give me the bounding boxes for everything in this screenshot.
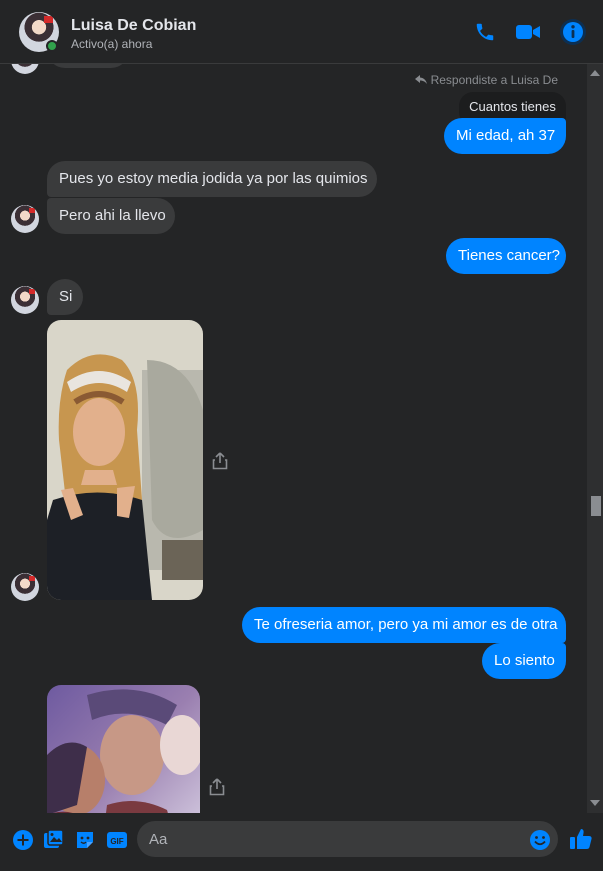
online-status-dot bbox=[46, 40, 58, 52]
message-bubble-outgoing[interactable]: Tienes cancer? bbox=[446, 238, 566, 274]
plus-circle-icon bbox=[13, 830, 33, 850]
gif-icon: GIF bbox=[107, 832, 127, 848]
video-call-button[interactable] bbox=[514, 18, 542, 46]
sticker-icon bbox=[77, 832, 93, 848]
message-composer: GIF bbox=[0, 813, 603, 871]
thumbs-up-icon bbox=[570, 829, 592, 849]
contact-avatar-small bbox=[11, 286, 39, 314]
more-actions-button[interactable] bbox=[12, 829, 34, 851]
like-button[interactable] bbox=[569, 827, 593, 851]
gif-button[interactable]: GIF bbox=[106, 829, 128, 851]
message-bubble-incoming[interactable]: Pues yo estoy media jodida ya por las qu… bbox=[47, 161, 377, 197]
share-icon[interactable] bbox=[212, 452, 228, 470]
phone-icon bbox=[476, 23, 494, 41]
emoji-button[interactable] bbox=[529, 829, 551, 851]
message-bubble-outgoing[interactable]: Mi edad, ah 37 bbox=[444, 118, 566, 154]
attach-photo-button[interactable] bbox=[43, 829, 65, 851]
scroll-up-arrow-icon[interactable] bbox=[590, 70, 600, 76]
message-bubble-outgoing[interactable]: Te ofreseria amor, pero ya mi amor es de… bbox=[242, 607, 566, 643]
video-camera-icon bbox=[516, 25, 540, 39]
contact-avatar-small bbox=[11, 64, 39, 74]
message-list-scrollbar[interactable] bbox=[587, 64, 603, 813]
chat-header: Luisa De Cobian Activo(a) ahora bbox=[0, 0, 603, 64]
message-bubble-partial bbox=[47, 64, 129, 68]
share-icon[interactable] bbox=[209, 778, 225, 796]
reply-arrow-icon bbox=[414, 75, 427, 84]
contact-avatar-small bbox=[11, 205, 39, 233]
contact-name[interactable]: Luisa De Cobian bbox=[71, 17, 196, 35]
message-bubble-outgoing[interactable]: Lo siento bbox=[482, 643, 566, 679]
info-icon bbox=[560, 19, 586, 45]
shared-photo[interactable] bbox=[47, 685, 200, 813]
message-input[interactable] bbox=[137, 821, 558, 857]
message-bubble-incoming[interactable]: Si bbox=[47, 279, 83, 315]
photo-image bbox=[47, 320, 203, 600]
voice-call-button[interactable] bbox=[471, 18, 499, 46]
svg-text:GIF: GIF bbox=[110, 837, 123, 846]
photo-gallery-icon bbox=[44, 829, 64, 848]
contact-status: Activo(a) ahora bbox=[71, 37, 153, 51]
message-list[interactable]: Respondiste a Luisa De Cuantos tienes Mi… bbox=[0, 64, 587, 813]
shared-photo[interactable] bbox=[47, 320, 203, 600]
conversation-info-button[interactable] bbox=[559, 18, 587, 46]
contact-avatar-small bbox=[11, 573, 39, 601]
reply-indicator: Respondiste a Luisa De bbox=[414, 73, 558, 87]
emoji-smiley-icon bbox=[530, 830, 550, 850]
message-bubble-incoming[interactable]: Pero ahi la llevo bbox=[47, 198, 175, 234]
scrollbar-thumb[interactable] bbox=[591, 496, 601, 516]
reply-note-text: Respondiste a Luisa De bbox=[430, 73, 558, 87]
sticker-button[interactable] bbox=[74, 829, 96, 851]
photo-image bbox=[47, 685, 200, 813]
scroll-down-arrow-icon[interactable] bbox=[590, 800, 600, 806]
